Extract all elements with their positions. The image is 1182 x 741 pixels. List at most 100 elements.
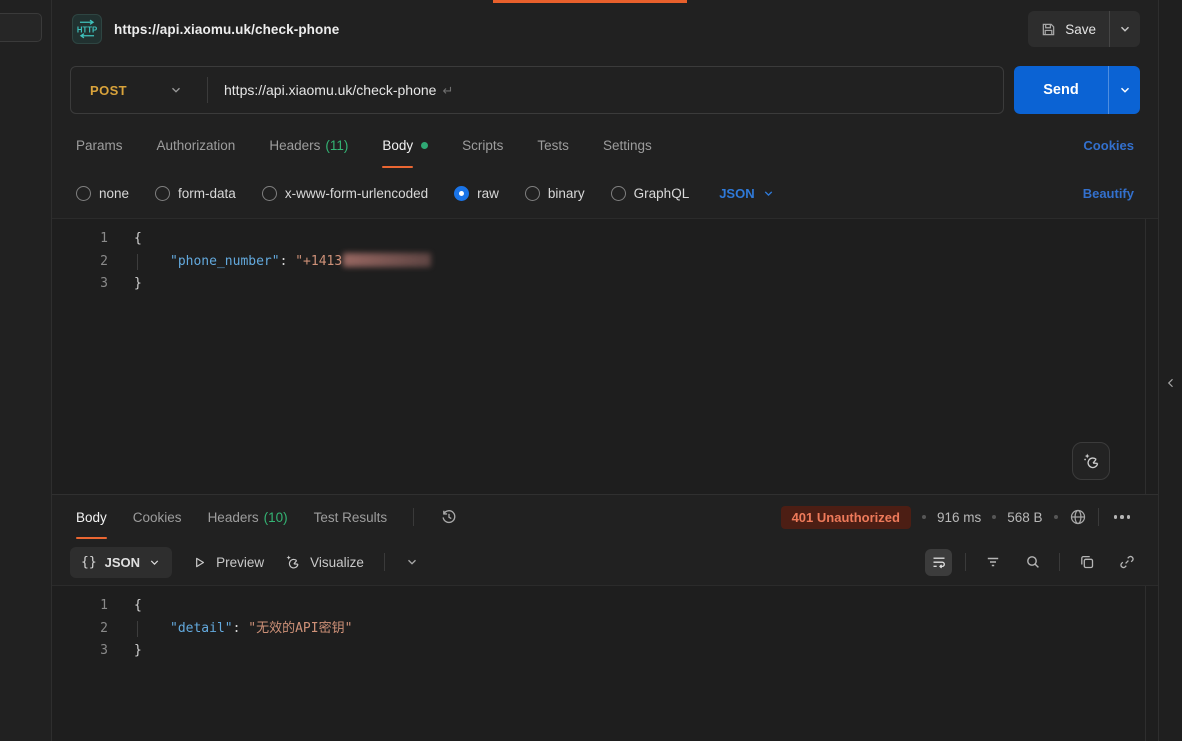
radio-binary[interactable]: binary — [525, 186, 585, 201]
copy-icon — [1079, 554, 1095, 570]
line-number: 1 — [52, 228, 108, 251]
code-line: 2 "phone_number": "+1413 — [52, 251, 1158, 274]
response-panel: Body Cookies Headers(10) Test Results 40… — [52, 494, 1158, 741]
save-options-button[interactable] — [1109, 11, 1140, 47]
enter-hint-icon: ↵ — [442, 83, 453, 98]
sidebar-collapsed-item[interactable] — [0, 13, 42, 42]
separator-dot — [992, 515, 996, 519]
radio-graphql[interactable]: GraphQL — [611, 186, 690, 201]
response-tabs: Body Cookies Headers(10) Test Results 40… — [52, 495, 1158, 539]
json-value: "无效的API密钥" — [248, 621, 352, 636]
tab-scripts[interactable]: Scripts — [462, 122, 503, 168]
search-icon — [1025, 554, 1041, 570]
radio-circle — [262, 186, 277, 201]
divider — [413, 508, 414, 526]
request-body-editor[interactable]: 1 { 2 "phone_number": "+1413 3 } — [52, 218, 1158, 494]
response-format-select[interactable]: {} JSON — [70, 547, 172, 578]
method-label: POST — [90, 83, 127, 98]
divider — [1098, 508, 1099, 526]
response-toolbar-actions — [925, 549, 1140, 576]
tab-tests[interactable]: Tests — [537, 122, 569, 168]
save-icon — [1041, 22, 1056, 37]
http-request-icon: HTTP — [72, 14, 102, 44]
chevron-down-icon — [1118, 22, 1132, 36]
postbot-button[interactable] — [1072, 442, 1110, 480]
editor-scrollbar-track[interactable] — [1145, 219, 1146, 494]
json-value: "+1413 — [295, 254, 342, 269]
radio-circle — [76, 186, 91, 201]
preview-button[interactable]: Preview — [192, 555, 264, 570]
send-button[interactable]: Send — [1014, 66, 1108, 114]
link-button[interactable] — [1113, 549, 1140, 576]
send-options-button[interactable] — [1108, 66, 1140, 114]
tab-settings[interactable]: Settings — [603, 122, 652, 168]
indent-guide — [137, 254, 138, 271]
copy-button[interactable] — [1073, 549, 1100, 576]
body-language-select[interactable]: JSON — [719, 186, 774, 201]
tab-body[interactable]: Body — [382, 122, 428, 168]
radio-circle — [525, 186, 540, 201]
format-options-button[interactable] — [405, 555, 419, 569]
redacted-value-blur — [343, 253, 431, 267]
filter-icon — [985, 554, 1001, 570]
line-number: 3 — [52, 273, 108, 296]
visualize-button[interactable]: Visualize — [284, 554, 364, 571]
chevron-down-icon — [762, 187, 775, 200]
radio-raw[interactable]: raw — [454, 186, 499, 201]
search-button[interactable] — [1019, 549, 1046, 576]
method-select[interactable]: POST — [71, 83, 207, 98]
request-tabs: Params Authorization Headers(11) Body Sc… — [52, 122, 1158, 168]
response-tab-test-results[interactable]: Test Results — [314, 495, 388, 539]
wrap-text-button[interactable] — [925, 549, 952, 576]
response-body-editor[interactable]: 1 { 2 "detail": "无效的API密钥" 3 } — [52, 585, 1158, 741]
url-input[interactable]: https://api.xiaomu.uk/check-phone ↵ — [208, 82, 1003, 99]
response-history-button[interactable] — [440, 508, 458, 526]
filter-button[interactable] — [979, 549, 1006, 576]
main-panel: HTTP https://api.xiaomu.uk/check-phone S… — [52, 0, 1158, 741]
url-text: https://api.xiaomu.uk/check-phone — [224, 82, 436, 98]
network-info-button[interactable] — [1069, 508, 1087, 526]
request-title: https://api.xiaomu.uk/check-phone — [114, 22, 1016, 37]
editor-scrollbar-track[interactable] — [1145, 586, 1146, 741]
curly-braces-icon: {} — [81, 555, 97, 570]
radio-none[interactable]: none — [76, 186, 129, 201]
more-options-button[interactable] — [1110, 511, 1135, 523]
radio-circle-selected — [454, 186, 469, 201]
save-split-button: Save — [1028, 11, 1140, 47]
body-modified-dot — [421, 142, 428, 149]
response-time: 916 ms — [937, 510, 981, 525]
response-tab-cookies[interactable]: Cookies — [133, 495, 182, 539]
response-toolbar: {} JSON Preview Visualize — [52, 539, 1158, 585]
separator-dot — [1054, 515, 1058, 519]
chevron-down-icon — [148, 556, 161, 569]
sparkle-circle-icon — [1082, 452, 1101, 471]
radio-circle — [155, 186, 170, 201]
radio-x-www-form-urlencoded[interactable]: x-www-form-urlencoded — [262, 186, 428, 201]
tab-params[interactable]: Params — [76, 122, 123, 168]
divider — [965, 553, 966, 571]
code-line: 2 "detail": "无效的API密钥" — [52, 618, 1158, 641]
tab-headers[interactable]: Headers(11) — [269, 122, 348, 168]
request-header: HTTP https://api.xiaomu.uk/check-phone S… — [52, 0, 1158, 58]
radio-form-data[interactable]: form-data — [155, 186, 236, 201]
code-line: 3 } — [52, 640, 1158, 663]
json-key: "phone_number" — [170, 254, 280, 269]
link-icon — [1119, 554, 1135, 570]
beautify-link[interactable]: Beautify — [1083, 186, 1134, 201]
tab-authorization[interactable]: Authorization — [157, 122, 236, 168]
line-number: 3 — [52, 640, 108, 663]
response-tab-headers[interactable]: Headers(10) — [208, 495, 288, 539]
save-button-label: Save — [1065, 22, 1096, 37]
divider — [1059, 553, 1060, 571]
sparkle-circle-icon — [284, 554, 301, 571]
chevron-down-icon — [1118, 83, 1132, 97]
url-container: POST https://api.xiaomu.uk/check-phone ↵ — [70, 66, 1004, 114]
save-button[interactable]: Save — [1028, 11, 1109, 47]
collapse-panel-icon[interactable] — [1165, 24, 1177, 741]
active-request-tab-indicator — [493, 0, 687, 3]
cookies-link[interactable]: Cookies — [1083, 138, 1134, 153]
line-number: 2 — [52, 251, 108, 274]
send-split-button: Send — [1014, 66, 1140, 114]
response-tab-body[interactable]: Body — [76, 495, 107, 539]
body-type-bar: none form-data x-www-form-urlencoded raw… — [52, 168, 1158, 218]
